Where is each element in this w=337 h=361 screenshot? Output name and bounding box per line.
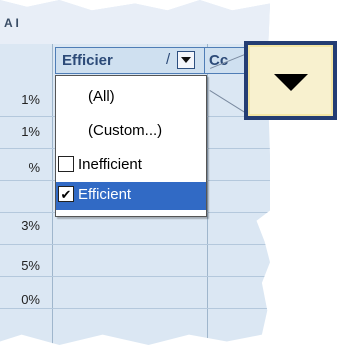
zoom-dropdown-arrow-icon bbox=[273, 74, 308, 91]
row-value: 1% bbox=[21, 124, 40, 139]
filter-option-label: Inefficient bbox=[78, 156, 142, 173]
filter-option-label: (Custom...) bbox=[88, 122, 163, 139]
column-header-label: Efficier bbox=[62, 52, 113, 69]
column-divider bbox=[207, 44, 208, 345]
filter-dropdown-list: (All) (Custom...) Inefficient ✔ Efficien… bbox=[55, 75, 207, 217]
row-value: 5% bbox=[21, 258, 40, 273]
filter-option-label: Efficient bbox=[78, 186, 132, 203]
filter-option-inefficient[interactable]: Inefficient bbox=[56, 152, 206, 178]
column-divider bbox=[52, 44, 53, 345]
row-value: 3% bbox=[21, 218, 40, 233]
checkbox[interactable] bbox=[58, 156, 74, 172]
row-value: 1% bbox=[21, 92, 40, 107]
row-divider bbox=[0, 244, 270, 245]
sheet-top-strip bbox=[0, 0, 270, 44]
filter-option-label: (All) bbox=[88, 88, 115, 105]
checkmark-icon: ✔ bbox=[60, 186, 72, 202]
column-header-next[interactable]: Cc bbox=[205, 47, 245, 74]
chevron-down-icon bbox=[181, 57, 191, 63]
filter-option-custom[interactable]: (Custom...) bbox=[56, 118, 206, 144]
column-header-efficiency[interactable]: Efficier / bbox=[55, 47, 205, 74]
filter-option-all[interactable]: (All) bbox=[56, 84, 206, 110]
row-value: % bbox=[28, 160, 40, 175]
filter-option-efficient[interactable]: ✔ Efficient bbox=[56, 182, 206, 210]
checkbox-checked[interactable]: ✔ bbox=[58, 186, 74, 202]
sheet-top-fragment: A I bbox=[4, 16, 19, 30]
row-divider bbox=[0, 276, 270, 277]
sort-indicator: / bbox=[166, 51, 171, 68]
row-value: 0% bbox=[21, 292, 40, 307]
row-divider bbox=[0, 308, 270, 309]
zoom-callout bbox=[244, 41, 337, 120]
filter-dropdown-button[interactable] bbox=[177, 51, 195, 69]
